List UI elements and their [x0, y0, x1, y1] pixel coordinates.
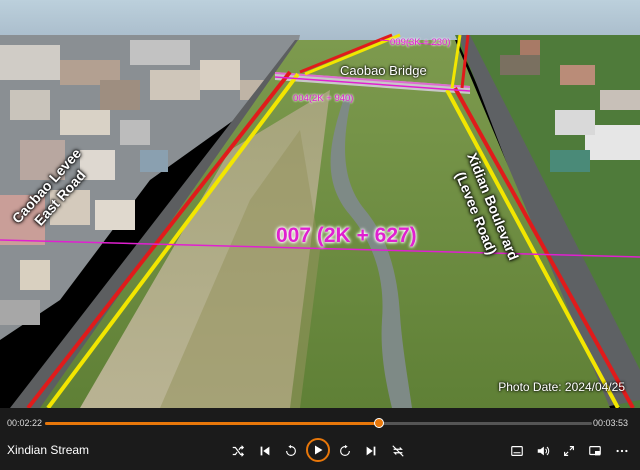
cast-button[interactable] — [586, 442, 604, 460]
rewind-button[interactable] — [282, 442, 300, 460]
shuffle-button[interactable] — [229, 442, 247, 460]
shuffle-icon — [232, 445, 245, 457]
photo-date-label: Photo Date: 2024/04/25 — [498, 380, 625, 394]
previous-button[interactable] — [256, 442, 274, 460]
chainage-marker-004: 004(2K + 940) — [293, 93, 354, 104]
player-controls: 00:02:22 00:03:53 Xindian Stream — [0, 408, 640, 470]
total-time: 00:03:53 — [592, 418, 628, 428]
subtitles-button[interactable] — [508, 442, 526, 460]
fullscreen-button[interactable] — [560, 442, 578, 460]
seek-bar-progress — [45, 422, 379, 425]
current-time: 00:02:22 — [7, 418, 43, 428]
repeat-off-icon — [392, 445, 404, 457]
subtitles-icon — [511, 446, 523, 456]
forward-30-icon — [340, 444, 350, 456]
skip-previous-icon — [260, 446, 270, 456]
video-frame[interactable]: Caobao Bridge 009(3K + 230) 004(2K + 940… — [0, 0, 640, 408]
next-button[interactable] — [362, 442, 380, 460]
seek-bar[interactable] — [45, 418, 592, 428]
more-icon — [616, 449, 628, 453]
more-button[interactable] — [613, 442, 631, 460]
fullscreen-icon — [564, 446, 574, 456]
repeat-button[interactable] — [389, 442, 407, 460]
bridge-label: Caobao Bridge — [340, 63, 427, 78]
replay-10-icon — [286, 444, 296, 456]
cast-icon — [589, 446, 601, 456]
aerial-photo — [0, 0, 640, 408]
forward-button[interactable] — [336, 442, 354, 460]
seek-bar-thumb[interactable] — [373, 418, 384, 428]
play-button[interactable] — [306, 438, 330, 462]
chainage-marker-007: 007 (2K + 627) — [276, 224, 417, 247]
volume-button[interactable] — [534, 442, 552, 460]
play-icon — [315, 445, 323, 455]
volume-icon — [537, 446, 550, 456]
skip-next-icon — [366, 446, 376, 456]
chainage-marker-009: 009(3K + 230) — [390, 37, 451, 48]
media-title: Xindian Stream — [7, 443, 90, 457]
